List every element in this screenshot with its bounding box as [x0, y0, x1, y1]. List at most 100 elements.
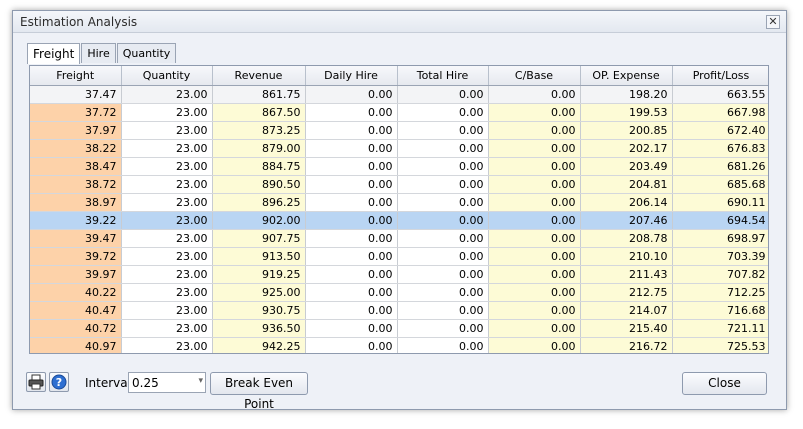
tab-quantity[interactable]: Quantity — [116, 43, 177, 63]
table-cell[interactable]: 37.97 — [30, 121, 122, 140]
table-row[interactable]: 40.47 23.00 930.75 0.00 0.00 0.00 214.07 716.68 — [30, 301, 768, 320]
table-row[interactable]: 38.47 23.00 884.75 0.00 0.00 0.00 203.49 681.26 — [30, 157, 768, 176]
table-cell[interactable]: 902.00 — [212, 211, 306, 230]
table-cell[interactable]: 0.00 — [305, 247, 398, 266]
table-cell[interactable]: 0.00 — [397, 301, 489, 320]
table-cell[interactable]: 890.50 — [212, 175, 306, 194]
table-cell[interactable]: 0.00 — [305, 229, 398, 248]
table-cell[interactable]: 663.55 — [672, 85, 768, 104]
table-cell[interactable]: 0.00 — [305, 211, 398, 230]
close-button[interactable]: Close — [682, 372, 767, 395]
column-header[interactable]: Profit/Loss — [672, 66, 768, 86]
table-cell[interactable]: 0.00 — [397, 265, 489, 284]
table-cell[interactable]: 0.00 — [397, 211, 489, 230]
tab-hire[interactable]: Hire — [81, 43, 116, 63]
table-cell[interactable]: 40.72 — [30, 319, 122, 338]
table-row[interactable]: 40.97 23.00 942.25 0.00 0.00 0.00 216.72 725.53 — [30, 337, 768, 353]
title-bar[interactable]: Estimation Analysis ✕ — [13, 11, 786, 33]
table-cell[interactable]: 861.75 — [212, 85, 306, 104]
table-cell[interactable]: 0.00 — [397, 229, 489, 248]
table-cell[interactable]: 23.00 — [121, 139, 213, 158]
table-cell[interactable]: 0.00 — [305, 265, 398, 284]
table-cell[interactable]: 198.20 — [580, 85, 673, 104]
table-cell[interactable]: 0.00 — [488, 283, 581, 302]
table-cell[interactable]: 0.00 — [488, 85, 581, 104]
interval-input[interactable]: 0.25 ▾ — [128, 372, 206, 393]
table-cell[interactable]: 0.00 — [305, 121, 398, 140]
table-cell[interactable]: 23.00 — [121, 211, 213, 230]
table-cell[interactable]: 0.00 — [397, 103, 489, 122]
table-cell[interactable]: 676.83 — [672, 139, 768, 158]
spin-down-icon[interactable]: ▾ — [198, 376, 203, 386]
table-cell[interactable]: 685.68 — [672, 175, 768, 194]
table-cell[interactable]: 0.00 — [397, 139, 489, 158]
table-cell[interactable]: 698.97 — [672, 229, 768, 248]
table-cell[interactable]: 0.00 — [305, 337, 398, 353]
table-cell[interactable]: 39.72 — [30, 247, 122, 266]
table-row[interactable]: 39.97 23.00 919.25 0.00 0.00 0.00 211.43 707.82 — [30, 265, 768, 284]
table-cell[interactable]: 0.00 — [397, 283, 489, 302]
table-row[interactable]: 40.22 23.00 925.00 0.00 0.00 0.00 212.75 712.25 — [30, 283, 768, 302]
table-cell[interactable]: 0.00 — [488, 157, 581, 176]
column-header[interactable]: OP. Expense — [580, 66, 673, 86]
table-cell[interactable]: 0.00 — [397, 247, 489, 266]
table-cell[interactable]: 879.00 — [212, 139, 306, 158]
table-cell[interactable]: 694.54 — [672, 211, 768, 230]
table-cell[interactable]: 0.00 — [488, 319, 581, 338]
table-cell[interactable]: 202.17 — [580, 139, 673, 158]
table-cell[interactable]: 667.98 — [672, 103, 768, 122]
table-row[interactable]: 38.72 23.00 890.50 0.00 0.00 0.00 204.81 685.68 — [30, 175, 768, 194]
table-cell[interactable]: 212.75 — [580, 283, 673, 302]
table-cell[interactable]: 721.11 — [672, 319, 768, 338]
table-cell[interactable]: 913.50 — [212, 247, 306, 266]
table-cell[interactable]: 214.07 — [580, 301, 673, 320]
table-cell[interactable]: 23.00 — [121, 283, 213, 302]
table-cell[interactable]: 0.00 — [488, 229, 581, 248]
table-cell[interactable]: 0.00 — [305, 319, 398, 338]
table-cell[interactable]: 0.00 — [488, 211, 581, 230]
table-cell[interactable]: 0.00 — [397, 85, 489, 104]
table-cell[interactable]: 39.47 — [30, 229, 122, 248]
table-cell[interactable]: 38.22 — [30, 139, 122, 158]
table-cell[interactable]: 716.68 — [672, 301, 768, 320]
table-cell[interactable]: 930.75 — [212, 301, 306, 320]
table-row[interactable]: 38.22 23.00 879.00 0.00 0.00 0.00 202.17 676.83 — [30, 139, 768, 158]
column-header[interactable]: Freight — [30, 66, 122, 86]
table-cell[interactable]: 0.00 — [305, 301, 398, 320]
table-cell[interactable]: 38.47 — [30, 157, 122, 176]
table-cell[interactable]: 681.26 — [672, 157, 768, 176]
table-cell[interactable]: 919.25 — [212, 265, 306, 284]
table-cell[interactable]: 0.00 — [488, 193, 581, 212]
table-cell[interactable]: 0.00 — [488, 337, 581, 353]
table-row[interactable]: 39.22 23.00 902.00 0.00 0.00 0.00 207.46 694.54 — [30, 211, 768, 230]
table-cell[interactable]: 37.47 — [30, 85, 122, 104]
table-cell[interactable]: 0.00 — [488, 301, 581, 320]
table-cell[interactable]: 23.00 — [121, 337, 213, 353]
table-cell[interactable]: 0.00 — [488, 247, 581, 266]
table-cell[interactable]: 0.00 — [488, 139, 581, 158]
table-cell[interactable]: 936.50 — [212, 319, 306, 338]
table-row[interactable]: 37.72 23.00 867.50 0.00 0.00 0.00 199.53 667.98 — [30, 103, 768, 122]
table-cell[interactable]: 23.00 — [121, 229, 213, 248]
table-cell[interactable]: 38.72 — [30, 175, 122, 194]
table-cell[interactable]: 712.25 — [672, 283, 768, 302]
table-cell[interactable]: 884.75 — [212, 157, 306, 176]
table-cell[interactable]: 215.40 — [580, 319, 673, 338]
table-cell[interactable]: 0.00 — [305, 157, 398, 176]
table-cell[interactable]: 203.49 — [580, 157, 673, 176]
table-cell[interactable]: 39.97 — [30, 265, 122, 284]
table-cell[interactable]: 206.14 — [580, 193, 673, 212]
table-cell[interactable]: 23.00 — [121, 193, 213, 212]
table-cell[interactable]: 37.72 — [30, 103, 122, 122]
table-cell[interactable]: 23.00 — [121, 301, 213, 320]
table-cell[interactable]: 23.00 — [121, 265, 213, 284]
table-cell[interactable]: 211.43 — [580, 265, 673, 284]
tab-freight[interactable]: Freight — [27, 43, 81, 64]
table-cell[interactable]: 204.81 — [580, 175, 673, 194]
table-cell[interactable]: 0.00 — [397, 337, 489, 353]
table-cell[interactable]: 23.00 — [121, 121, 213, 140]
table-cell[interactable]: 672.40 — [672, 121, 768, 140]
table-cell[interactable]: 0.00 — [488, 103, 581, 122]
table-cell[interactable]: 0.00 — [397, 121, 489, 140]
table-cell[interactable]: 200.85 — [580, 121, 673, 140]
